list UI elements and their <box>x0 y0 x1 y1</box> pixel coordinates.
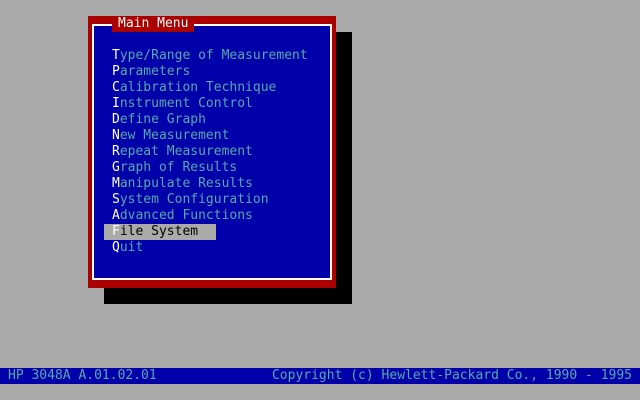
menu-item-type-range[interactable]: Type/Range of Measurement <box>104 48 324 64</box>
menu-item-hotkey: P <box>112 64 120 79</box>
menu-title: Main Menu <box>112 16 195 32</box>
menu-item-label: nstrument Control <box>119 96 253 111</box>
menu-item-file-system[interactable]: File System <box>104 224 216 240</box>
menu-item-label: ype/Range of Measurement <box>119 48 308 63</box>
menu-item-hotkey: I <box>112 96 120 111</box>
menu-item-graph-of-results[interactable]: Graph of Results <box>104 160 324 176</box>
menu-item-label: ystem Configuration <box>119 192 269 207</box>
menu-item-hotkey: G <box>112 160 120 175</box>
menu-item-label: efine Graph <box>119 112 206 127</box>
menu-item-parameters[interactable]: Parameters <box>104 64 324 80</box>
menu-item-hotkey: R <box>112 144 120 159</box>
menu-item-advanced-functions[interactable]: Advanced Functions <box>104 208 324 224</box>
menu-item-label: arameters <box>119 64 191 79</box>
menu-item-hotkey: F <box>112 224 120 239</box>
menu-item-label: epeat Measurement <box>119 144 253 159</box>
menu-item-manipulate-results[interactable]: Manipulate Results <box>104 176 324 192</box>
menu-item-hotkey: C <box>112 80 120 95</box>
menu-item-hotkey: N <box>112 128 120 143</box>
copyright-notice: Copyright (c) Hewlett-Packard Co., 1990 … <box>271 368 632 383</box>
menu-item-label: ile System <box>119 224 199 239</box>
menu-item-hotkey: Q <box>112 240 120 255</box>
menu-item-hotkey: A <box>112 208 120 223</box>
menu-item-hotkey: M <box>112 176 120 191</box>
menu-item-label: raph of Results <box>119 160 238 175</box>
menu-item-quit[interactable]: Quit <box>104 240 324 256</box>
status-bar: HP 3048A A.01.02.01 Copyright (c) Hewlet… <box>0 368 640 384</box>
menu-item-calibration-technique[interactable]: Calibration Technique <box>104 80 324 96</box>
menu-item-new-measurement[interactable]: New Measurement <box>104 128 324 144</box>
menu-list: Type/Range of Measurement Parameters Cal… <box>104 48 324 256</box>
menu-item-label: uit <box>119 240 144 255</box>
menu-item-system-configuration[interactable]: System Configuration <box>104 192 324 208</box>
menu-item-define-graph[interactable]: Define Graph <box>104 112 324 128</box>
menu-item-hotkey: T <box>112 48 120 63</box>
menu-item-hotkey: S <box>112 192 120 207</box>
menu-item-instrument-control[interactable]: Instrument Control <box>104 96 324 112</box>
menu-item-repeat-measurement[interactable]: Repeat Measurement <box>104 144 324 160</box>
version-info: HP 3048A A.01.02.01 <box>8 368 157 383</box>
menu-item-hotkey: D <box>112 112 120 127</box>
main-menu-window: Main Menu Type/Range of Measurement Para… <box>88 16 336 288</box>
menu-item-label: ew Measurement <box>119 128 230 143</box>
menu-item-label: alibration Technique <box>119 80 277 95</box>
menu-item-label: dvanced Functions <box>119 208 253 223</box>
menu-item-label: anipulate Results <box>119 176 253 191</box>
